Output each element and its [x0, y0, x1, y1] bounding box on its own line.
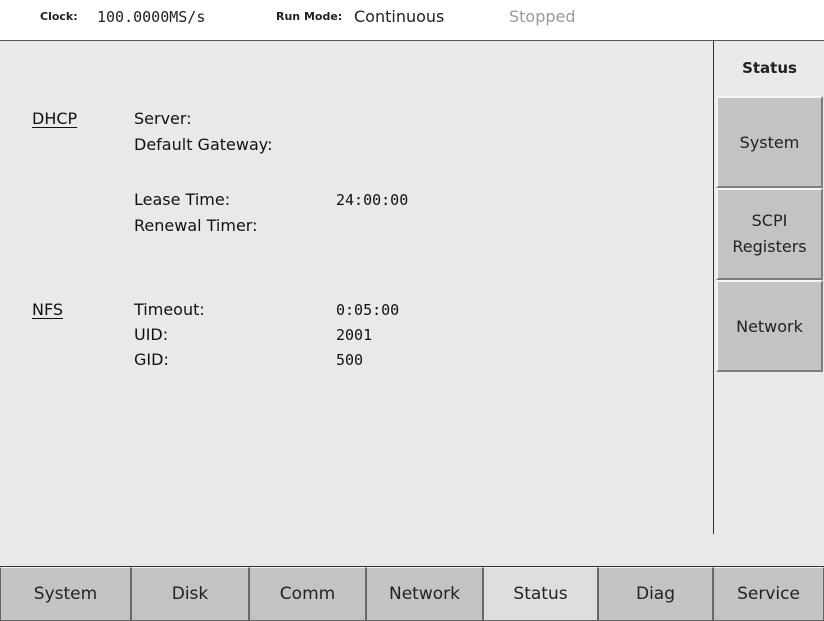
run-mode-value: Continuous — [354, 7, 445, 26]
dhcp-gateway-label: Default Gateway: — [134, 135, 273, 154]
side-menu-title: Status — [742, 59, 797, 77]
status-panel: DHCP Server: Default Gateway: Lease Time… — [0, 41, 713, 534]
clock-label: Clock: — [40, 10, 78, 23]
side-menu: Status System SCPI Registers Network — [713, 41, 824, 534]
tab-diag[interactable]: Diag — [598, 567, 713, 621]
dhcp-section-label: DHCP — [32, 109, 78, 128]
tab-disk[interactable]: Disk — [131, 567, 249, 621]
tab-network[interactable]: Network — [366, 567, 483, 621]
run-state: Stopped — [509, 7, 576, 26]
tab-status[interactable]: Status — [483, 567, 598, 621]
tab-comm[interactable]: Comm — [249, 567, 366, 621]
nfs-uid-label: UID: — [134, 325, 169, 344]
side-button-scpi-line2: Registers — [732, 237, 807, 256]
run-mode-label: Run Mode: — [276, 10, 343, 23]
status-bar: Clock: 100.0000MS/s Run Mode: Continuous… — [0, 0, 824, 41]
tab-system[interactable]: System — [0, 567, 131, 621]
nfs-uid-value: 2001 — [336, 326, 373, 344]
dhcp-server-label: Server: — [134, 109, 192, 128]
bottom-menu: System Disk Comm Network Status Diag Ser… — [0, 566, 824, 621]
nfs-timeout-value: 0:05:00 — [336, 301, 400, 319]
side-button-scpi-registers[interactable]: SCPI Registers — [716, 188, 823, 280]
tab-service[interactable]: Service — [713, 567, 824, 621]
side-button-system[interactable]: System — [716, 96, 823, 188]
nfs-gid-label: GID: — [134, 350, 169, 369]
side-button-network[interactable]: Network — [716, 280, 823, 372]
side-button-network-label: Network — [736, 316, 803, 336]
dhcp-lease-label: Lease Time: — [134, 190, 231, 209]
nfs-gid-value: 500 — [336, 351, 364, 369]
clock-value: 100.0000MS/s — [97, 8, 206, 26]
nfs-section-label: NFS — [32, 300, 64, 319]
nfs-timeout-label: Timeout: — [134, 300, 205, 319]
side-button-scpi-line1: SCPI — [751, 211, 788, 230]
dhcp-renewal-label: Renewal Timer: — [134, 216, 258, 235]
side-button-system-label: System — [739, 132, 800, 152]
dhcp-lease-value: 24:00:00 — [336, 191, 409, 209]
